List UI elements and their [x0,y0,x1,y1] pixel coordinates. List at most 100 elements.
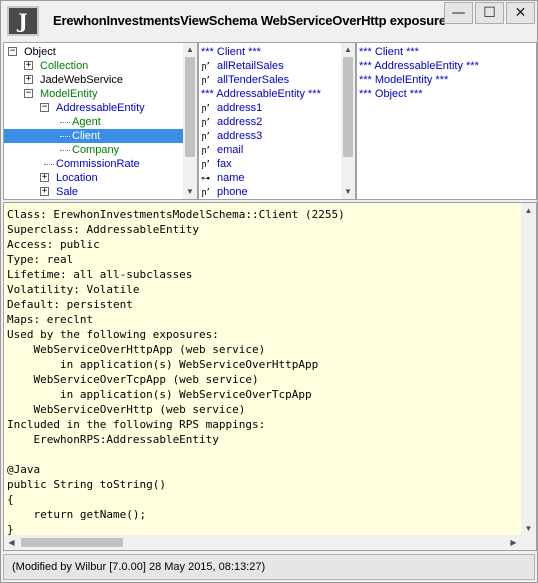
expand-icon[interactable]: + [40,187,49,196]
details-line: Access: public [7,238,100,251]
details-line: { [7,493,14,506]
details-line: public String toString() [7,478,166,491]
tree-item-label: Object [24,46,56,58]
property-label: email [217,144,244,156]
collapse-icon[interactable]: − [40,103,49,112]
superclass-item[interactable]: *** Object *** [359,87,423,101]
details-vertical-scrollbar[interactable]: ▲ ▼ [521,203,536,536]
status-text: (Modified by Wilbur [7.0.00] 28 May 2015… [12,561,266,573]
collapse-icon[interactable]: − [24,89,33,98]
details-line: ErewhonRPS:AddressableEntity [7,433,219,446]
superclass-item[interactable]: *** Client *** [359,45,419,59]
collapse-icon[interactable]: − [8,47,17,56]
tree-item[interactable]: − Object [4,45,184,59]
ref-icon: ɲ’ [201,104,211,114]
tree-item-label: AddressableEntity [56,102,145,114]
superclass-item[interactable]: *** AddressableEntity *** [359,59,479,73]
property-item[interactable]: ɲ’ address1 [201,101,262,115]
close-button[interactable]: ✕ [506,2,535,24]
ref-icon: ɲ’ [201,146,211,156]
tree-item[interactable]: Client [4,129,184,143]
scroll-down-arrow-icon[interactable]: ▼ [183,185,197,199]
superclass-item[interactable]: *** ModelEntity *** [359,73,448,87]
app-logo-icon[interactable]: J [7,6,39,36]
scroll-down-arrow-icon[interactable]: ▼ [341,185,355,199]
status-bar: (Modified by Wilbur [7.0.00] 28 May 2015… [3,554,535,580]
expand-icon[interactable]: + [40,173,49,182]
scrollbar-corner [521,535,536,550]
tree-item-label: Location [56,172,98,184]
tree-item[interactable]: + JadeWebService [4,73,184,87]
tree-item[interactable]: CommissionRate [4,157,184,171]
tree-item-label: Company [72,144,120,156]
details-line: Used by the following exposures: [7,328,219,341]
tree-item[interactable]: − AddressableEntity [4,101,184,115]
details-text-area[interactable]: Class: ErewhonInvestmentsModelSchema::Cl… [3,202,537,551]
tree-item-label: Client [72,130,101,142]
application-window: J ErewhonInvestmentsViewSchema WebServic… [0,0,538,583]
property-label: *** Client *** [201,46,261,58]
details-horizontal-scrollbar[interactable]: ◀ ▶ [4,535,521,550]
property-label: name [217,172,245,184]
scroll-thumb[interactable] [185,57,195,157]
details-line: Maps: ereclnt [7,313,94,326]
property-item[interactable]: ɲ’ fax [201,157,232,171]
tree-item[interactable]: + Collection [4,59,184,73]
tree-item[interactable]: + Location [4,171,184,185]
property-item[interactable]: ⊶ name [201,171,245,185]
details-line: Volatility: Volatile [7,283,140,296]
property-group-header[interactable]: *** Client *** [201,45,261,59]
property-group-header[interactable]: *** AddressableEntity *** [201,87,321,101]
scroll-thumb[interactable] [343,57,353,157]
ref-icon: ɲ’ [201,118,211,128]
tree-item[interactable]: − ModelEntity [4,87,184,101]
details-line: in application(s) WebServiceOverHttpApp [7,358,319,371]
scroll-right-arrow-icon[interactable]: ▶ [506,535,521,550]
tree-connector-line [60,136,70,137]
property-label: allTenderSales [217,74,290,86]
expand-icon[interactable]: + [24,61,33,70]
ref-icon: ɲ’ [201,62,211,72]
details-line: Default: persistent [7,298,133,311]
window-title: ErewhonInvestmentsViewSchema WebServiceO… [53,13,446,28]
superclasses-pane[interactable]: *** Client *** *** AddressableEntity *** *… [356,42,537,200]
scroll-up-arrow-icon[interactable]: ▲ [341,43,355,57]
scroll-left-arrow-icon[interactable]: ◀ [4,535,19,550]
tree-item[interactable]: Company [4,143,184,157]
tree-item[interactable]: Agent [4,115,184,129]
details-line [7,447,345,462]
tree-item-label: ModelEntity [40,88,98,100]
property-label: phone [217,186,248,198]
tree-item[interactable]: + Sale [4,185,184,199]
ref-icon: ɲ’ [201,160,211,170]
ref-icon: ɲ’ [201,76,211,86]
tree-connector-line [60,150,70,151]
property-label: *** AddressableEntity *** [201,88,321,100]
scroll-down-arrow-icon[interactable]: ▼ [521,521,536,536]
class-tree-scrollbar[interactable]: ▲ ▼ [183,43,197,199]
scroll-up-arrow-icon[interactable]: ▲ [521,203,536,218]
property-item[interactable]: ɲ’ phone [201,185,248,199]
tree-connector-line [44,164,54,165]
class-tree-pane[interactable]: − Object + Collection + JadeWebService − ModelE… [3,42,198,200]
properties-pane[interactable]: *** Client *** ɲ’ allRetailSales ɲ’ allTende… [198,42,356,200]
property-item[interactable]: ɲ’ email [201,143,243,157]
scroll-thumb[interactable] [21,538,123,547]
details-line: Superclass: AddressableEntity [7,223,200,236]
property-item[interactable]: ɲ’ address3 [201,129,262,143]
properties-scrollbar[interactable]: ▲ ▼ [341,43,355,199]
tree-item-label: Sale [56,186,79,198]
maximize-button[interactable]: ☐ [475,2,504,24]
scroll-up-arrow-icon[interactable]: ▲ [183,43,197,57]
minimize-button[interactable]: — [444,2,473,24]
title-bar: J ErewhonInvestmentsViewSchema WebServic… [1,1,537,41]
expand-icon[interactable]: + [24,75,33,84]
details-line: WebServiceOverHttp (web service) [7,403,246,416]
ref-icon: ɲ’ [201,132,211,142]
property-item[interactable]: ɲ’ allRetailSales [201,59,284,73]
property-label: address3 [217,130,263,142]
property-item[interactable]: ɲ’ allTenderSales [201,73,289,87]
details-line: @Java [7,463,41,476]
details-line: WebServiceOverTcpApp (web service) [7,373,259,386]
property-item[interactable]: ɲ’ address2 [201,115,262,129]
